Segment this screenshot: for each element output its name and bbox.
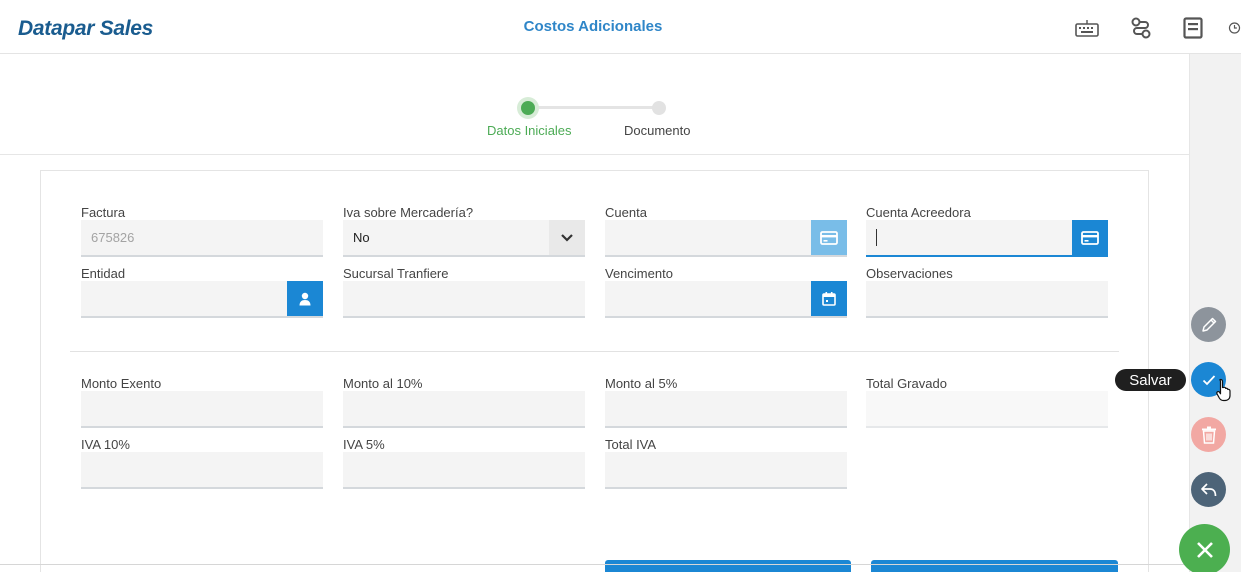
factura-input[interactable]: 675826 [81, 220, 323, 257]
iva-5-label: IVA 5% [343, 437, 385, 452]
credit-card-icon[interactable] [1072, 220, 1108, 255]
factura-value: 675826 [91, 230, 135, 245]
total-iva-input[interactable] [605, 452, 847, 489]
cuenta-acreedora-label: Cuenta Acreedora [866, 205, 971, 220]
entidad-label: Entidad [81, 266, 126, 281]
iva-10-input[interactable] [81, 452, 323, 489]
step-indicator-active[interactable] [517, 97, 539, 119]
monto-5-label: Monto al 5% [605, 376, 678, 391]
route-icon[interactable] [1128, 15, 1154, 41]
step-indicator[interactable] [652, 101, 666, 115]
section-divider [70, 351, 1119, 352]
cuenta-label: Cuenta [605, 205, 647, 220]
iva-10-label: IVA 10% [81, 437, 130, 452]
iva-mercaderia-select[interactable]: No [343, 220, 585, 257]
stepper-track [528, 106, 660, 109]
app-header: Datapar Sales Costos Adicionales [0, 0, 1241, 54]
monto-exento-input[interactable] [81, 391, 323, 428]
stepper-divider [0, 154, 1189, 155]
pencil-icon [1201, 317, 1216, 332]
delete-button[interactable] [1191, 417, 1226, 452]
save-tooltip: Salvar [1115, 369, 1186, 391]
sucursal-label: Sucursal Tranfiere [343, 266, 449, 281]
credit-card-icon[interactable] [811, 220, 847, 255]
bottom-action-button[interactable] [605, 560, 851, 572]
calendar-icon[interactable] [811, 281, 847, 316]
entidad-input[interactable] [81, 281, 323, 318]
iva-mercaderia-value: No [353, 230, 370, 245]
trash-icon [1201, 426, 1216, 444]
cuenta-input[interactable] [605, 220, 847, 257]
keyboard-icon[interactable] [1074, 15, 1100, 41]
observaciones-label: Observaciones [866, 266, 953, 281]
footer-divider [0, 564, 1189, 565]
bottom-action-button[interactable] [871, 560, 1118, 572]
reply-icon [1200, 482, 1216, 496]
back-button[interactable] [1191, 472, 1226, 507]
iva-mercaderia-label: Iva sobre Mercadería? [343, 205, 474, 220]
cuenta-acreedora-input[interactable] [866, 220, 1108, 257]
chevron-down-icon[interactable] [549, 220, 585, 255]
edit-button[interactable] [1191, 307, 1226, 342]
user-icon[interactable] [287, 281, 323, 316]
hand-cursor-icon [1216, 378, 1231, 402]
monto-5-input[interactable] [605, 391, 847, 428]
monto-10-input[interactable] [343, 391, 585, 428]
monto-exento-label: Monto Exento [81, 376, 162, 391]
total-iva-label: Total IVA [605, 437, 657, 452]
close-button[interactable] [1179, 524, 1230, 572]
sucursal-input[interactable] [343, 281, 585, 318]
observaciones-input[interactable] [866, 281, 1108, 318]
step-datos-iniciales[interactable]: Datos Iniciales [487, 123, 572, 138]
check-icon [1202, 374, 1215, 385]
monto-10-label: Monto al 10% [343, 376, 423, 391]
vencimento-label: Vencimento [605, 266, 673, 281]
total-gravado-label: Total Gravado [866, 376, 947, 391]
page-title: Costos Adicionales [523, 18, 663, 35]
clock-icon[interactable] [1228, 15, 1241, 41]
text-cursor [876, 229, 877, 246]
total-gravado-input [866, 391, 1108, 428]
document-icon[interactable] [1180, 15, 1206, 41]
close-icon [1196, 541, 1213, 558]
iva-5-input[interactable] [343, 452, 585, 489]
factura-label: Factura [81, 205, 126, 220]
step-documento[interactable]: Documento [624, 123, 690, 138]
vencimento-input[interactable] [605, 281, 847, 318]
